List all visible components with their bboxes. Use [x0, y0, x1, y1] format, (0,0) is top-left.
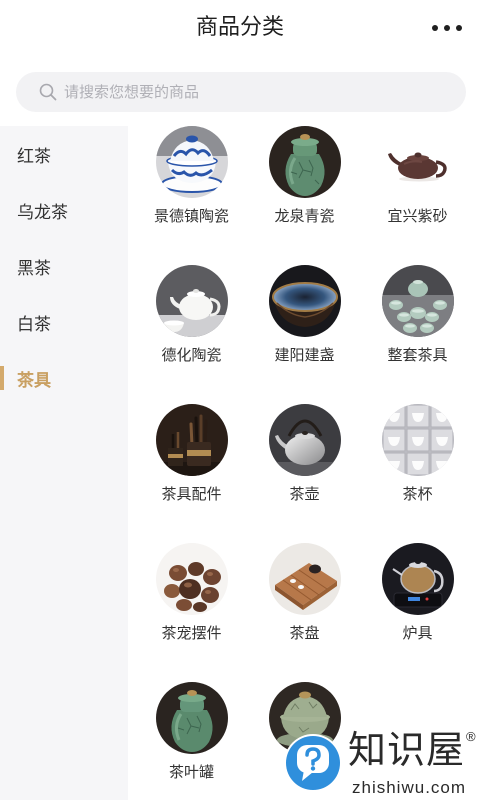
category-tea-accessories[interactable]: 茶具配件: [135, 404, 248, 505]
silver-kettle-photo: [268, 404, 341, 476]
category-label: 建阳建盏: [274, 347, 335, 364]
category-label: 茶具配件: [161, 486, 222, 503]
category-label: 整套茶具: [387, 347, 448, 364]
glass-kettle-stove-photo: [381, 543, 454, 615]
blue-white-gaiwan-photo: [155, 126, 228, 198]
category-tea-tray[interactable]: 茶盘: [248, 543, 361, 644]
sidebar-item-label: 白茶: [17, 314, 51, 334]
search-icon: [39, 83, 57, 101]
search-bar[interactable]: [16, 72, 466, 112]
category-jingdezhen-porcelain[interactable]: 景德镇陶瓷: [135, 126, 248, 227]
search-input[interactable]: [64, 72, 454, 112]
category-yixing-zisha[interactable]: 宜兴紫砂: [361, 126, 474, 227]
category-label: 龙泉青瓷: [274, 208, 335, 225]
watermark-domain: zhishiwu.com: [352, 778, 467, 797]
zhishiwu-logo-icon: [284, 734, 342, 792]
white-porcelain-teapot-photo: [155, 265, 228, 337]
category-longquan-celadon[interactable]: 龙泉青瓷: [248, 126, 361, 227]
sidebar-item-label: 茶具: [17, 370, 51, 390]
page-title: 商品分类: [195, 14, 284, 39]
category-tea-canister[interactable]: 茶叶罐: [135, 682, 248, 783]
sidebar-item-label: 乌龙茶: [17, 202, 68, 222]
sidebar-item-label: 黑茶: [17, 258, 51, 278]
sidebar-item-oolong-tea[interactable]: 乌龙茶: [0, 182, 128, 238]
dot: [432, 24, 438, 31]
category-label: 茶杯: [402, 486, 433, 503]
category-jianyang-jianzhan[interactable]: 建阳建盏: [248, 265, 361, 366]
celadon-tea-set-photo: [381, 265, 454, 337]
purple-clay-teapot-photo: [381, 126, 454, 198]
white-cups-grid-photo: [381, 404, 454, 476]
header-bar: 商品分类: [0, 0, 480, 56]
sidebar-item-teaware[interactable]: 茶具: [0, 350, 128, 406]
category-grid: 景德镇陶瓷 龙泉青瓷 宜兴紫砂 德化陶瓷 建阳建盏 整套茶具 茶具配件 茶壶 茶…: [135, 126, 474, 783]
watermark-brand: 知识屋: [348, 730, 466, 772]
category-full-tea-set[interactable]: 整套茶具: [361, 265, 474, 366]
category-label: 炉具: [402, 625, 433, 642]
wooden-tea-tray-photo: [268, 543, 341, 615]
more-dots-icon[interactable]: [432, 24, 462, 31]
clay-tea-pets-photo: [155, 543, 228, 615]
category-tea-stove[interactable]: 炉具: [361, 543, 474, 644]
green-tea-canister-photo: [155, 682, 228, 754]
sidebar-item-white-tea[interactable]: 白茶: [0, 294, 128, 350]
dot: [444, 24, 450, 31]
tea-utensils-photo: [155, 404, 228, 476]
category-dehua-porcelain[interactable]: 德化陶瓷: [135, 265, 248, 366]
selected-indicator: [0, 366, 4, 390]
category-label: 德化陶瓷: [161, 347, 222, 364]
category-label: 茶壶: [289, 486, 320, 503]
watermark-registered-mark: ®: [466, 729, 476, 744]
sidebar-item-label: 红茶: [17, 146, 51, 166]
tenmoku-bowl-photo: [268, 265, 341, 337]
category-teacup[interactable]: 茶杯: [361, 404, 474, 505]
category-label: 宜兴紫砂: [387, 208, 448, 225]
sidebar-item-black-tea[interactable]: 红茶: [0, 126, 128, 182]
category-label: 茶宠摆件: [161, 625, 222, 642]
category-label: 茶叶罐: [168, 764, 214, 781]
dot: [456, 24, 462, 31]
category-label: 景德镇陶瓷: [153, 208, 229, 225]
category-label: 茶盘: [289, 625, 320, 642]
sidebar-item-dark-tea[interactable]: 黑茶: [0, 238, 128, 294]
category-sidebar: 红茶 乌龙茶 黑茶 白茶 茶具: [0, 126, 128, 800]
green-celadon-jar-photo: [268, 126, 341, 198]
category-teapot[interactable]: 茶壶: [248, 404, 361, 505]
category-tea-pet[interactable]: 茶宠摆件: [135, 543, 248, 644]
